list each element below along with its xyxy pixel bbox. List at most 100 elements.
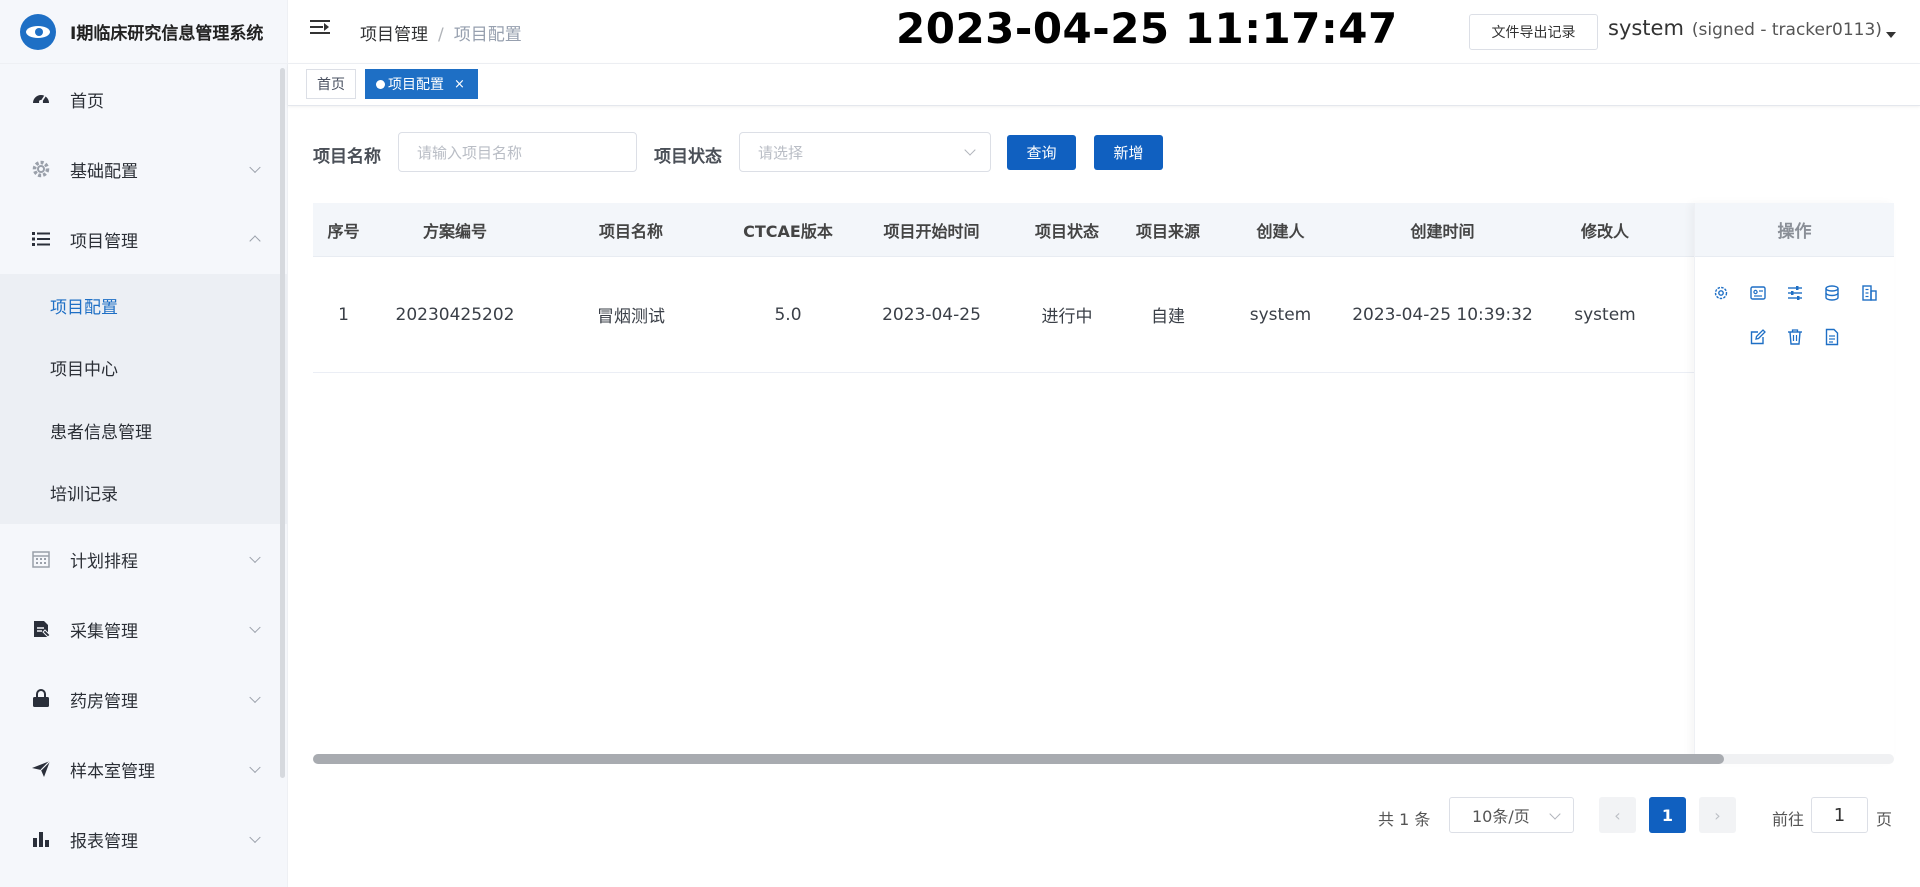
goto-page-input[interactable]: 1 [1811,797,1868,833]
sidebar-item-pharmacy[interactable]: 药房管理 [0,664,287,734]
sidebar-item-label: 样本室管理 [70,761,155,782]
edit-icon[interactable] [1748,327,1768,347]
sidebar-item-reports[interactable]: 报表管理 [0,804,287,874]
submenu-item-patient-info[interactable]: 患者信息管理 [0,399,287,462]
breadcrumb: 项目管理 / 项目配置 [360,20,522,45]
calendar-icon [30,548,52,570]
goto-label: 前往 [1772,810,1805,829]
project-status-select[interactable]: 请选择 [739,132,991,172]
sidebar-item-sample-room[interactable]: 样本室管理 [0,734,287,804]
logo-icon [20,13,56,50]
cell-source: 自建 [1151,307,1185,327]
column-header: 创建人 [1256,221,1305,241]
page-suffix-label: 页 [1876,810,1893,829]
tag-label: 首页 [317,77,345,93]
cell-ctcae-version: 5.0 [774,304,802,325]
column-header: 项目状态 [1034,221,1099,241]
column-header: CTCAE版本 [743,221,833,241]
close-icon[interactable]: × [454,77,465,92]
top-header: 项目管理 / 项目配置 2023-04-25 11:17:47 文件导出记录 sys… [288,0,1920,64]
sidebar-item-label: 计划排程 [70,551,138,572]
lock-bag-icon [30,688,52,710]
project-table: 序号 方案编号 项目名称 CTCAE版本 项目开始时间 项目状态 项目来源 创建… [313,203,1895,761]
chevron-down-icon [249,161,261,174]
page-number-button[interactable]: 1 [1649,797,1686,833]
cell-index: 1 [338,304,349,325]
user-menu[interactable]: system (signed - tracker0113) [1608,16,1882,40]
chevron-down-icon [249,831,261,844]
record-card-icon[interactable] [1748,283,1768,303]
settings-icon[interactable] [1711,283,1731,303]
submenu-item-project-config[interactable]: 项目配置 [0,274,287,337]
document-icon[interactable] [1822,327,1842,347]
cell-start-date: 2023-04-25 [882,304,981,325]
caret-down-icon[interactable] [1886,32,1896,38]
column-header: 序号 [327,221,360,241]
query-button[interactable]: 查询 [1007,135,1076,170]
sidebar-item-label: 项目管理 [70,231,138,252]
app-title: I期临床研究信息管理系统 [70,24,264,44]
column-header: 项目来源 [1135,221,1200,241]
row-actions [1695,327,1895,347]
logo-bar: I期临床研究信息管理系统 [0,0,287,64]
list-icon [30,228,52,250]
column-header: 修改人 [1580,221,1629,241]
sidebar-item-label: 报表管理 [70,831,138,852]
sidebar-item-label: 基础配置 [70,161,138,182]
building-icon[interactable] [1859,283,1879,303]
table-row[interactable]: 1 20230425202 冒烟测试 5.0 2023-04-25 进行中 自建… [313,257,1894,373]
column-header: 项目名称 [598,221,663,241]
chevron-down-icon [249,761,261,774]
tags-view: 首页 项目配置 × [288,64,1920,106]
delete-icon[interactable] [1785,327,1805,347]
tag-label: 项目配置 [388,77,444,93]
project-name-input[interactable]: 请输入项目名称 [398,132,637,172]
tag-home[interactable]: 首页 [306,69,356,99]
breadcrumb-separator: / [438,25,444,45]
cell-project-name: 冒烟测试 [597,307,665,327]
submenu-item-project-center[interactable]: 项目中心 [0,337,287,400]
sidebar-item-label: 首页 [70,91,104,112]
sidebar-menu: 首页 基础配置 项目管理 项目配置 项目中心 患者信息管理 培训记录 计划排程 … [0,64,287,874]
next-page-button[interactable]: › [1699,797,1736,833]
sidebar: I期临床研究信息管理系统 首页 基础配置 项目管理 项目配置 项目中心 患者信息 [0,0,288,887]
page-size-select[interactable]: 10条/页 [1449,797,1574,833]
database-icon[interactable] [1822,283,1842,303]
operations-header: 操作 [1695,203,1894,257]
sidebar-item-project-mgmt[interactable]: 项目管理 [0,204,287,274]
project-submenu: 项目配置 项目中心 患者信息管理 培训记录 [0,274,287,524]
cell-status: 进行中 [1041,307,1093,327]
add-button[interactable]: 新增 [1094,135,1163,170]
sidebar-item-collection[interactable]: 采集管理 [0,594,287,664]
active-dot-icon [376,79,385,89]
sidebar-item-basic-config[interactable]: 基础配置 [0,134,287,204]
chevron-down-icon [1549,808,1561,820]
tag-project-config[interactable]: 项目配置 × [365,69,478,99]
menu-toggle-icon[interactable] [310,20,330,38]
prev-page-button[interactable]: ‹ [1599,797,1636,833]
user-signature: (signed - tracker0113) [1691,20,1882,40]
sidebar-item-schedule[interactable]: 计划排程 [0,524,287,594]
column-header: 项目开始时间 [883,221,980,241]
user-name: system [1608,16,1684,40]
chevron-up-icon [249,235,261,247]
breadcrumb-item[interactable]: 项目管理 [360,25,428,45]
project-name-label: 项目名称 [313,147,381,167]
sidebar-item-home[interactable]: 首页 [0,64,287,134]
sidebar-item-label: 采集管理 [70,621,138,642]
sliders-icon[interactable] [1785,283,1805,303]
sidebar-scrollbar[interactable] [280,68,285,778]
chevron-down-icon [249,551,261,564]
cell-modifier: system [1574,304,1636,325]
dashboard-icon [30,88,52,110]
page-size-value: 10条/页 [1472,807,1530,826]
breadcrumb-current: 项目配置 [453,25,522,45]
table-header: 序号 方案编号 项目名称 CTCAE版本 项目开始时间 项目状态 项目来源 创建… [313,203,1894,257]
horizontal-scrollbar-thumb[interactable] [313,754,1724,764]
send-icon [30,758,52,780]
cell-creator: system [1249,304,1312,325]
export-records-button[interactable]: 文件导出记录 [1469,14,1598,50]
column-header: 创建时间 [1410,221,1475,241]
sidebar-item-label: 药房管理 [70,691,138,712]
submenu-item-training-record[interactable]: 培训记录 [0,462,287,525]
